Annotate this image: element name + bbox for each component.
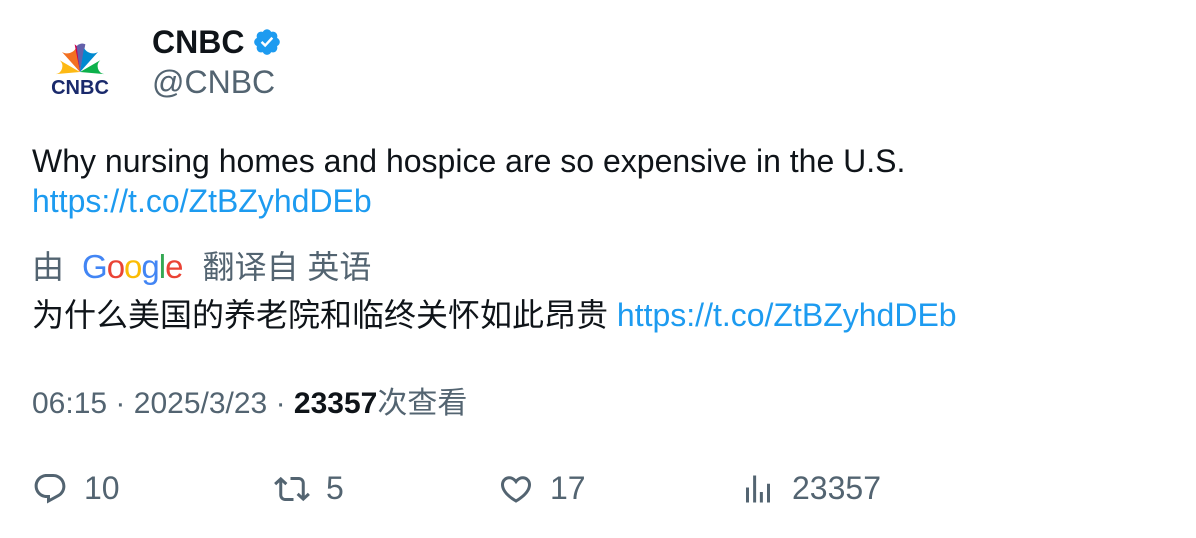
repost-button[interactable]: 5 (274, 470, 344, 507)
verified-badge-icon (252, 27, 282, 57)
heart-icon (500, 475, 532, 503)
meta-separator: · (115, 387, 126, 420)
author-display-name[interactable]: CNBC (152, 22, 244, 62)
repost-icon (274, 476, 310, 501)
tweet-time[interactable]: 06:15 (32, 387, 107, 420)
translated-link[interactable]: https://t.co/ZtBZyhdDEb (617, 297, 957, 333)
translated-text: 为什么美国的养老院和临终关怀如此昂贵 (32, 297, 609, 333)
reply-icon (34, 473, 66, 504)
author-handle[interactable]: @CNBC (152, 62, 275, 102)
tweet-meta: 06:15 · 2025/3/23 · 23357次查看 (32, 384, 467, 424)
tweet-date[interactable]: 2025/3/23 (134, 387, 267, 420)
like-button[interactable]: 17 (498, 470, 586, 507)
views-action-count: 23357 (792, 470, 881, 506)
repost-count: 5 (326, 470, 344, 506)
translation-prefix: 由 (32, 249, 65, 285)
cnbc-peacock-logo: CNBC (51, 43, 109, 99)
avatar-label: CNBC (51, 77, 109, 99)
translation-suffix: 翻译自 英语 (202, 249, 372, 285)
views-label: 次查看 (377, 387, 468, 420)
analytics-icon (746, 475, 770, 502)
translation-attribution: 由 Google 翻译自 英语 (32, 247, 371, 287)
translated-text-block: 为什么美国的养老院和临终关怀如此昂贵 https://t.co/ZtBZyhdD… (32, 295, 957, 335)
reply-count: 10 (84, 470, 120, 506)
tweet-text: Why nursing homes and hospice are so exp… (32, 143, 906, 179)
tweet-link[interactable]: https://t.co/ZtBZyhdDEb (32, 183, 372, 219)
action-bar: 10 5 17 23357 (0, 470, 1196, 514)
meta-separator: · (275, 387, 286, 420)
like-count: 17 (550, 470, 586, 506)
author-name-row[interactable]: CNBC (152, 22, 282, 62)
google-logo[interactable]: Google (82, 247, 183, 287)
avatar[interactable]: CNBC (40, 36, 120, 104)
views-button[interactable]: 23357 (740, 470, 881, 507)
tweet-body: Why nursing homes and hospice are so exp… (32, 141, 1162, 221)
views-count: 23357 (293, 387, 378, 420)
reply-button[interactable]: 10 (32, 470, 120, 507)
